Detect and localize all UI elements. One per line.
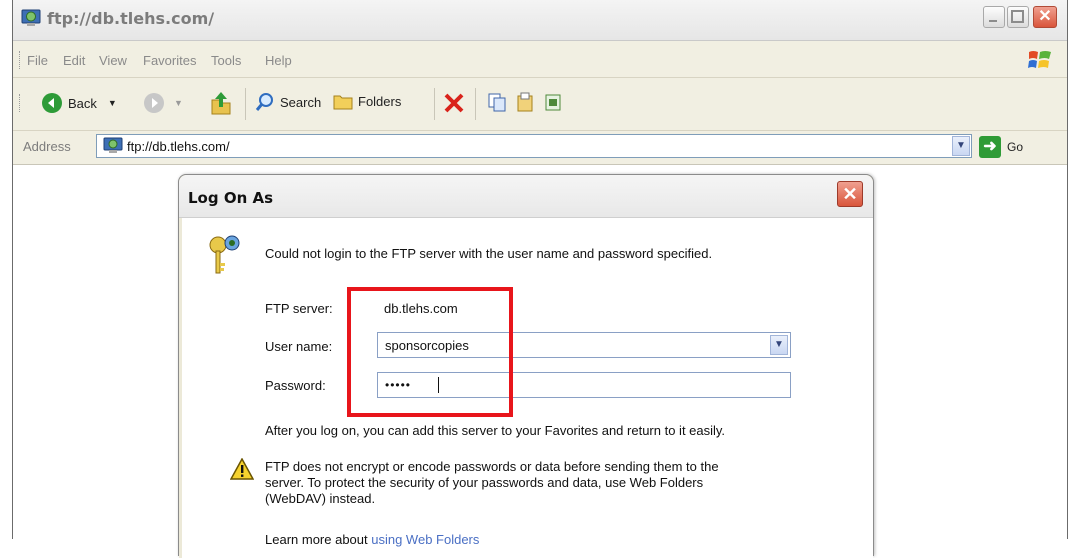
back-dropdown-icon[interactable]: ▼	[108, 98, 117, 108]
folders-icon	[333, 95, 353, 110]
password-label: Password:	[265, 378, 326, 393]
search-button[interactable]: Search	[255, 92, 321, 112]
keys-icon	[209, 235, 240, 274]
username-dropdown-button[interactable]: ▼	[770, 335, 788, 355]
ftp-folder-icon	[103, 137, 123, 153]
go-button[interactable]: Go	[1007, 140, 1023, 154]
dialog-title: Log On As	[188, 189, 274, 207]
forward-arrow-icon	[144, 93, 164, 113]
ftp-server-label: FTP server:	[265, 301, 333, 316]
toolbar-separator	[245, 88, 246, 120]
folders-label: Folders	[358, 93, 402, 109]
delete-icon[interactable]	[443, 92, 465, 114]
folders-button[interactable]: Folders	[333, 92, 401, 110]
maximize-button[interactable]	[1007, 6, 1029, 28]
address-label: Address	[23, 139, 71, 154]
address-bar: Address ftp://db.tlehs.com/ ▼ ➜ Go	[13, 131, 1067, 165]
error-message: Could not login to the FTP server with t…	[265, 246, 713, 261]
web-folders-link[interactable]: using Web Folders	[371, 532, 479, 547]
minimize-icon	[989, 20, 997, 22]
toolbar-separator	[434, 88, 435, 120]
chevron-down-icon: ▼	[774, 339, 784, 350]
menu-grip[interactable]	[19, 51, 22, 69]
menu-view[interactable]: View	[99, 53, 127, 68]
toolbar-grip[interactable]	[19, 94, 22, 112]
menu-help[interactable]: Help	[265, 53, 292, 68]
warning-line-3: (WebDAV) instead.	[265, 491, 376, 506]
menu-edit[interactable]: Edit	[63, 53, 85, 68]
menu-favorites[interactable]: Favorites	[143, 53, 196, 68]
window-title: ftp://db.tlehs.com/	[47, 9, 215, 28]
search-icon	[255, 93, 273, 111]
username-label: User name:	[265, 339, 333, 354]
move-to-icon[interactable]	[515, 92, 535, 112]
close-icon: ✕	[1038, 8, 1052, 25]
maximize-icon	[1011, 10, 1024, 23]
search-label: Search	[280, 94, 322, 110]
forward-button[interactable]: ▼	[143, 92, 183, 114]
menu-bar: File Edit View Favorites Tools Help	[13, 41, 1067, 78]
dialog-title-bar[interactable]: Log On As ✕	[179, 175, 873, 218]
up-folder-icon[interactable]	[209, 90, 233, 116]
menu-tools[interactable]: Tools	[211, 53, 241, 68]
go-arrow-icon[interactable]: ➜	[979, 136, 1001, 158]
address-dropdown-button[interactable]: ▼	[952, 136, 970, 156]
title-bar[interactable]: ftp://db.tlehs.com/ ✕	[13, 0, 1067, 41]
back-arrow-icon	[42, 93, 62, 113]
ftp-folder-icon	[21, 9, 41, 26]
views-icon[interactable]	[543, 92, 563, 112]
warning-icon	[230, 458, 254, 480]
windows-logo-icon	[1028, 51, 1051, 68]
warning-line-1: FTP does not encrypt or encode passwords…	[265, 459, 719, 474]
favorites-note: After you log on, you can add this serve…	[265, 423, 726, 438]
standard-toolbar: Back ▼ ▼ Search Folders	[13, 78, 1067, 131]
dialog-close-button[interactable]: ✕	[837, 181, 863, 207]
back-button[interactable]: Back ▼	[41, 92, 117, 114]
address-value: ftp://db.tlehs.com/	[127, 139, 230, 154]
toolbar-separator	[475, 88, 476, 120]
menu-file[interactable]: File	[27, 53, 48, 68]
close-icon: ✕	[842, 184, 858, 204]
warning-line-2: server. To protect the security of your …	[265, 475, 704, 490]
learn-more-text: Learn more about using Web Folders	[265, 532, 479, 547]
dialog-body: Could not login to the FTP server with t…	[179, 218, 873, 558]
copy-to-icon[interactable]	[487, 92, 507, 112]
chevron-down-icon: ▼	[956, 140, 966, 151]
back-label: Back	[68, 95, 97, 111]
minimize-button[interactable]	[983, 6, 1005, 28]
address-input[interactable]: ftp://db.tlehs.com/ ▼	[96, 134, 972, 158]
highlight-box	[347, 287, 513, 417]
log-on-as-dialog: Log On As ✕ Could not login to the FTP s…	[178, 174, 874, 558]
forward-dropdown-icon[interactable]: ▼	[174, 98, 183, 108]
learn-more-prefix: Learn more about	[265, 532, 372, 547]
close-button[interactable]: ✕	[1033, 6, 1057, 28]
